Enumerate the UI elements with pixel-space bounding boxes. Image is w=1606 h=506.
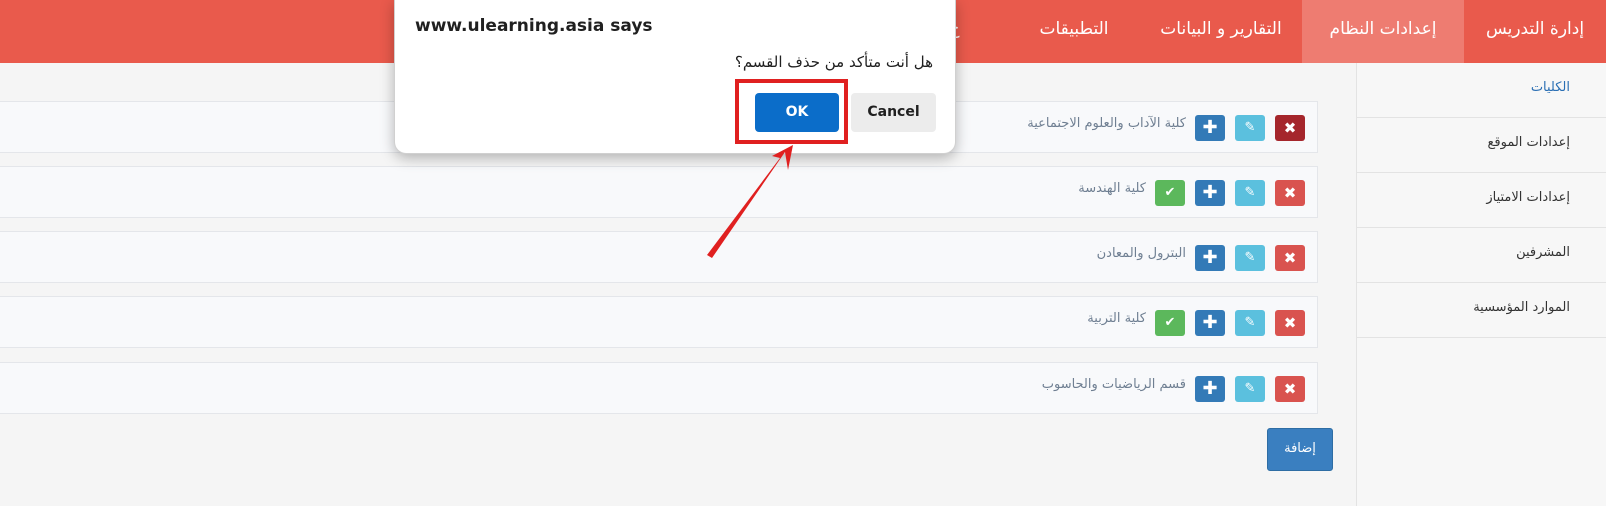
add-icon[interactable]: ✚ xyxy=(1195,115,1225,141)
sidebar-item-institutional-resources[interactable]: الموارد المؤسسية xyxy=(1357,283,1606,338)
list-item: ✖ ✎ ✚ قسم الرياضيات والحاسوب xyxy=(0,362,1318,414)
add-icon[interactable]: ✚ xyxy=(1195,376,1225,402)
sidebar-item-privilege-settings[interactable]: إعدادات الامتياز xyxy=(1357,173,1606,228)
list-item: ✖ ✎ ✚ ✔ كلية التربية xyxy=(0,296,1318,348)
add-icon[interactable]: ✚ xyxy=(1195,180,1225,206)
sidebar-item-supervisors[interactable]: المشرفين xyxy=(1357,228,1606,283)
row-label: قسم الرياضيات والحاسوب xyxy=(1041,377,1186,392)
check-icon[interactable]: ✔ xyxy=(1155,180,1185,206)
arrow-icon xyxy=(707,145,793,258)
edit-icon[interactable]: ✎ xyxy=(1235,245,1265,271)
nav-applications[interactable]: التطبيقات xyxy=(1008,0,1140,63)
list-item: ✖ ✎ ✚ البترول والمعادن xyxy=(0,231,1318,283)
dialog-message: هل أنت متأكد من حذف القسم؟ xyxy=(734,53,933,71)
edit-icon[interactable]: ✎ xyxy=(1235,376,1265,402)
edit-icon[interactable]: ✎ xyxy=(1235,180,1265,206)
delete-icon[interactable]: ✖ xyxy=(1275,180,1305,206)
nav-reports-data[interactable]: التقارير و البيانات xyxy=(1140,0,1302,63)
delete-icon[interactable]: ✖ xyxy=(1275,245,1305,271)
list-item: ✖ ✎ ✚ ✔ كلية الهندسة xyxy=(0,166,1318,218)
cancel-button[interactable]: Cancel xyxy=(851,93,936,132)
dialog-title: www.ulearning.asia says xyxy=(415,16,653,36)
confirm-dialog: www.ulearning.asia says هل أنت متأكد من … xyxy=(394,0,956,154)
row-label: كلية الهندسة xyxy=(1078,181,1146,196)
check-icon[interactable]: ✔ xyxy=(1155,310,1185,336)
delete-icon[interactable]: ✖ xyxy=(1275,376,1305,402)
sidebar-item-colleges[interactable]: الكليات xyxy=(1357,63,1606,118)
add-icon[interactable]: ✚ xyxy=(1195,245,1225,271)
nav-system-settings[interactable]: إعدادات النظام xyxy=(1302,0,1464,63)
add-button[interactable]: إضافة xyxy=(1267,428,1333,471)
delete-icon[interactable]: ✖ xyxy=(1275,310,1305,336)
delete-icon[interactable]: ✖ xyxy=(1275,115,1305,141)
highlight-box xyxy=(735,79,848,144)
edit-icon[interactable]: ✎ xyxy=(1235,115,1265,141)
sidebar-item-site-settings[interactable]: إعدادات الموقع xyxy=(1357,118,1606,173)
nav-teaching-management[interactable]: إدارة التدريس xyxy=(1464,0,1606,63)
row-label: كلية التربية xyxy=(1087,311,1146,326)
sidebar: الكليات إعدادات الموقع إعدادات الامتياز … xyxy=(1356,63,1606,506)
row-label: البترول والمعادن xyxy=(1096,246,1186,261)
add-icon[interactable]: ✚ xyxy=(1195,310,1225,336)
edit-icon[interactable]: ✎ xyxy=(1235,310,1265,336)
row-label: كلية الآداب والعلوم الاجتماعية xyxy=(1027,116,1186,131)
